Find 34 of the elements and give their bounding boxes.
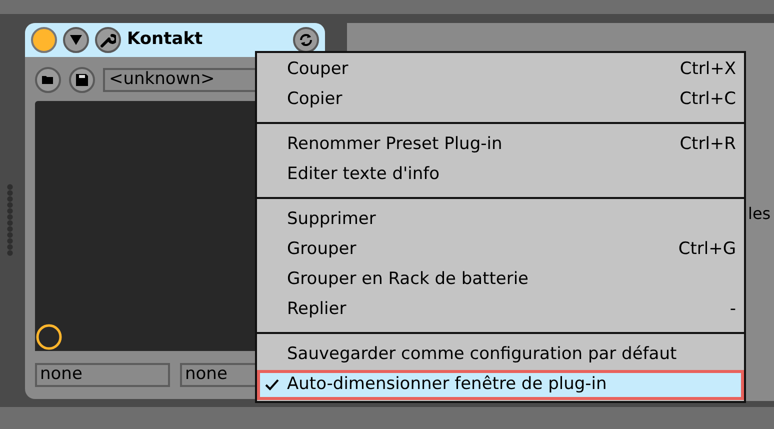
- menu-label: Grouper en Rack de batterie: [287, 268, 530, 292]
- value-field[interactable]: none: [35, 363, 170, 387]
- open-folder-button[interactable]: [35, 67, 61, 93]
- triangle-icon: [69, 34, 83, 46]
- menu-item[interactable]: Supprimer: [257, 205, 744, 235]
- menu-item[interactable]: Editer texte d'info: [257, 160, 744, 190]
- wrench-icon: [100, 32, 116, 48]
- save-icon: [76, 74, 88, 86]
- menu-label: Grouper: [287, 238, 358, 262]
- refresh-button[interactable]: [293, 27, 319, 53]
- menu-label: Replier: [287, 298, 348, 322]
- settings-button[interactable]: [95, 27, 121, 53]
- menu-label: Supprimer: [287, 208, 377, 232]
- refresh-icon: [298, 32, 314, 48]
- menu-item[interactable]: Grouper en Rack de batterie: [257, 265, 744, 295]
- menu-item[interactable]: Auto-dimensionner fenêtre de plug-in: [257, 370, 744, 400]
- menu-label: Renommer Preset Plug-in: [287, 133, 504, 156]
- shortcut-text: -: [730, 298, 736, 322]
- power-button[interactable]: [31, 27, 57, 53]
- collapse-button[interactable]: [63, 27, 89, 53]
- menu-label: Editer texte d'info: [287, 163, 441, 186]
- grip-handle[interactable]: [7, 184, 13, 256]
- menu-item[interactable]: Grouper Ctrl+G: [257, 235, 744, 265]
- shortcut-text: Ctrl+C: [680, 88, 736, 112]
- shortcut-text: Ctrl+R: [680, 133, 736, 156]
- circle-icon: [36, 324, 62, 350]
- save-button[interactable]: [69, 67, 95, 93]
- device-title: Kontakt: [127, 28, 203, 52]
- shortcut-text: Ctrl+X: [680, 58, 736, 82]
- shortcut-text: Ctrl+G: [678, 238, 736, 262]
- menu-item[interactable]: Replier -: [257, 295, 744, 325]
- folder-icon: [42, 75, 54, 85]
- panel-text: les: [748, 203, 771, 225]
- menu-item[interactable]: Renommer Preset Plug-in Ctrl+R: [257, 130, 744, 160]
